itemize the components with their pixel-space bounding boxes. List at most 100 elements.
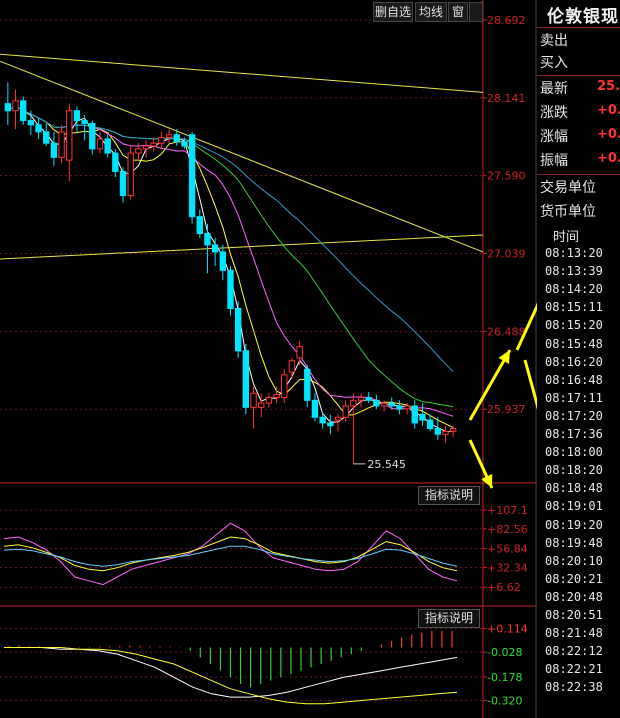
time-item[interactable]: 08:21:48 — [545, 626, 603, 640]
oscillator-line — [3, 545, 458, 567]
time-item[interactable]: 08:20:10 — [545, 554, 603, 568]
candle-body — [150, 142, 157, 147]
candle-body — [442, 430, 449, 435]
candle-body — [104, 138, 111, 154]
y-tick-label: 27.590 — [487, 170, 526, 183]
time-item[interactable]: 08:16:20 — [545, 355, 603, 369]
candle-body — [142, 145, 150, 150]
y-tick-label: 26.488 — [487, 325, 526, 338]
change-label: 涨跌 — [540, 105, 568, 121]
oscillator-line — [3, 536, 458, 572]
time-item[interactable]: 08:19:20 — [545, 518, 603, 532]
quote-panel: 伦敦银现 卖出 买入 最新 25.7 涨跌 +0.0 涨幅 +0.0 振幅 +0… — [537, 0, 620, 718]
y-tick-label: 27.039 — [487, 248, 526, 261]
delete-watchlist-button[interactable]: 删自选 — [373, 2, 413, 22]
candle-body — [273, 394, 280, 398]
change-pct-value: +0.0 — [597, 127, 620, 142]
time-item[interactable]: 08:22:21 — [545, 662, 603, 676]
candle-body — [96, 138, 104, 150]
time-item[interactable]: 08:22:38 — [545, 680, 603, 694]
annotation-arrow — [515, 302, 537, 351]
time-item[interactable]: 08:19:01 — [545, 499, 603, 513]
amplitude-value: +0.2 — [597, 151, 620, 166]
time-item[interactable]: 08:18:00 — [545, 445, 603, 459]
candle-body — [449, 428, 457, 432]
divider — [537, 75, 620, 76]
time-item[interactable]: 08:17:20 — [545, 409, 603, 423]
y-tick-label: +6.62 — [487, 581, 521, 594]
time-header: 时间 — [553, 230, 580, 245]
candle-body — [350, 399, 357, 407]
candle-body — [50, 142, 58, 158]
candle-body — [319, 416, 326, 424]
time-item[interactable]: 08:13:20 — [545, 246, 603, 260]
candle-body — [327, 422, 334, 427]
trend-line — [0, 53, 484, 93]
candle-body — [258, 402, 265, 408]
candle-body — [135, 148, 142, 154]
trade-unit-label: 交易单位 — [540, 180, 596, 196]
candle-body — [58, 131, 65, 158]
change-pct-label: 涨幅 — [540, 129, 568, 145]
candle-body — [35, 124, 42, 133]
candle-body — [173, 134, 180, 143]
time-item[interactable]: 08:20:48 — [545, 590, 603, 604]
candle-body — [196, 216, 203, 235]
indicator-hint-2-button[interactable]: 指标说明 — [418, 609, 480, 628]
divider — [537, 27, 620, 28]
y-tick-label: -0.320 — [487, 694, 522, 707]
latest-value: 25.7 — [597, 79, 620, 94]
candle-body — [396, 405, 403, 410]
candle-body — [181, 141, 188, 147]
time-item[interactable]: 08:18:48 — [545, 481, 603, 495]
time-item[interactable]: 08:22:12 — [545, 644, 603, 658]
annotation-arrow — [523, 359, 537, 410]
time-item[interactable]: 08:18:20 — [545, 463, 603, 477]
candle-body — [403, 405, 411, 410]
sell-label: 卖出 — [540, 33, 568, 49]
candle-body — [288, 360, 296, 373]
candle-body — [73, 110, 81, 122]
candle-body — [127, 152, 134, 196]
candle-body — [334, 416, 342, 421]
y-tick-label: -0.028 — [487, 646, 522, 659]
window-button[interactable]: 窗 — [448, 2, 468, 22]
time-item[interactable]: 08:19:48 — [545, 536, 603, 550]
time-item[interactable]: 08:15:20 — [545, 318, 603, 332]
time-item[interactable]: 08:20:21 — [545, 572, 603, 586]
candle-body — [342, 405, 349, 418]
candle-body — [119, 170, 127, 196]
time-item[interactable]: 08:17:36 — [545, 427, 603, 441]
time-item[interactable]: 08:20:51 — [545, 608, 603, 622]
time-item[interactable]: 08:17:11 — [545, 391, 603, 405]
trend-line — [0, 234, 484, 260]
candle-body — [219, 251, 227, 271]
candle-body — [165, 134, 173, 139]
candle-body — [304, 368, 311, 401]
time-item[interactable]: 08:13:39 — [545, 264, 603, 278]
currency-unit-label: 货币单位 — [540, 204, 596, 220]
candle-body — [204, 233, 211, 246]
candle-body — [158, 137, 165, 144]
candle-body — [357, 396, 365, 401]
candle-body — [426, 419, 434, 430]
window-extra-button[interactable] — [469, 2, 483, 22]
candle-body — [81, 120, 88, 124]
candle-body — [43, 131, 50, 144]
candle-body — [12, 100, 19, 112]
oscillator-line — [3, 522, 458, 586]
time-item[interactable]: 08:15:11 — [545, 300, 603, 314]
time-item[interactable]: 08:15:48 — [545, 337, 603, 351]
time-item[interactable]: 08:14:20 — [545, 282, 603, 296]
low-price-label: 25.545 — [367, 458, 406, 471]
candle-body — [380, 402, 388, 407]
candle-body — [66, 110, 73, 161]
indicator-hint-1-button[interactable]: 指标说明 — [418, 486, 480, 505]
candle-body — [373, 399, 380, 407]
buy-label: 买入 — [540, 55, 568, 71]
moving-average-button[interactable]: 均线 — [415, 2, 447, 22]
y-tick-label: +0.114 — [487, 623, 528, 636]
candle-body — [265, 396, 273, 404]
time-item[interactable]: 08:16:48 — [545, 373, 603, 387]
candle-body — [388, 402, 395, 407]
